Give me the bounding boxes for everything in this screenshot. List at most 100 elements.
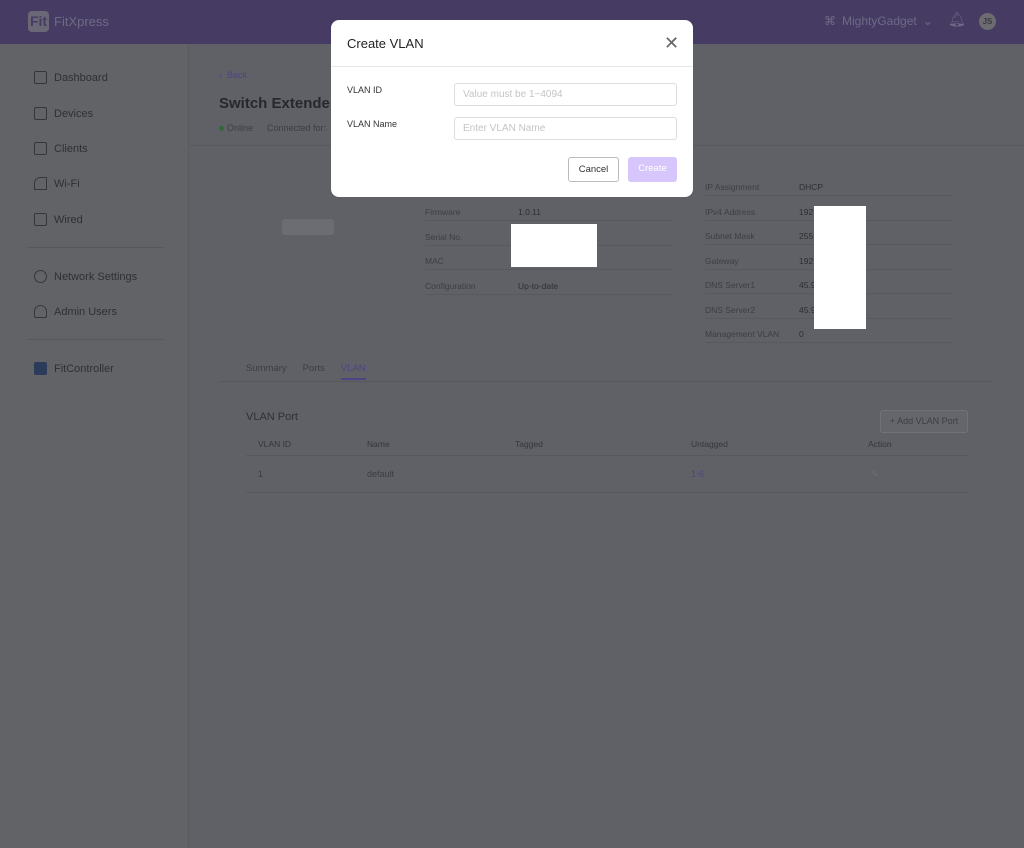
device-status: Online Connected for: (219, 123, 326, 133)
clients-icon (34, 142, 47, 155)
redacted-area (511, 224, 597, 267)
info-value: 192 (799, 206, 814, 217)
column-header: Name (367, 439, 390, 449)
info-value: 1.0.11 (518, 207, 542, 217)
sidebar-item-fitcontroller[interactable]: FitController (34, 362, 114, 375)
create-vlan-dialog: Create VLAN ✕ VLAN ID VLAN Name Cancel C… (331, 20, 693, 197)
edit-icon[interactable]: ✎ (871, 469, 879, 480)
divider (246, 492, 968, 493)
divider (705, 342, 952, 343)
info-label: DNS Server2 (705, 304, 756, 315)
info-label: DNS Server1 (705, 280, 756, 290)
sidebar-item-wired[interactable]: Wired (34, 213, 83, 226)
sidebar-item-label: Wi-Fi (54, 177, 80, 190)
wifi-icon (34, 177, 47, 190)
info-label: Configuration (425, 280, 476, 291)
dialog-title: Create VLAN (347, 36, 424, 51)
vlan-name-input[interactable] (454, 117, 677, 140)
divider (219, 381, 992, 382)
status-text: Online (227, 123, 254, 133)
cancel-button[interactable]: Cancel (568, 157, 619, 182)
back-label: Back (227, 70, 248, 80)
vlan-name-label: VLAN Name (347, 119, 398, 129)
vlan-id-label: VLAN ID (347, 85, 383, 95)
close-icon[interactable]: ✕ (664, 33, 679, 54)
divider (27, 339, 163, 340)
name-cell: default (367, 469, 395, 479)
sidebar-item-label: Devices (54, 107, 94, 120)
tab-summary[interactable]: Summary (246, 363, 287, 380)
org-name: MightyGadget (842, 14, 917, 28)
untagged-cell: 1-6 (691, 469, 705, 479)
create-button[interactable]: Create (628, 157, 677, 182)
info-row: Configuration Up-to-date (425, 281, 672, 305)
status-badge: Online (219, 123, 253, 133)
sidebar-item-clients[interactable]: Clients (34, 142, 88, 155)
sidebar-item-admin-users[interactable]: Admin Users (34, 305, 117, 318)
divider (705, 195, 952, 196)
sidebar-item-label: FitController (54, 362, 114, 375)
chart-line-icon (34, 71, 47, 84)
connected-for: Connected for: (267, 123, 327, 133)
column-header: VLAN ID (258, 439, 292, 449)
info-label: Management VLAN (705, 329, 780, 339)
info-value: DHCP (799, 182, 824, 192)
add-vlan-port-button[interactable]: + Add VLAN Port (880, 410, 968, 433)
info-label: MAC (425, 256, 444, 266)
info-label: Firmware (425, 207, 461, 217)
vlan-id-input[interactable] (454, 83, 677, 106)
back-link[interactable]: ‹ Back (219, 70, 247, 80)
info-label: IP Assignment (705, 182, 760, 192)
gear-icon (34, 270, 47, 283)
online-dot-icon (219, 126, 224, 131)
column-header: Untagged (691, 439, 728, 449)
column-header: Action (868, 439, 892, 449)
sidebar-item-label: Admin Users (54, 305, 117, 318)
divider (246, 455, 968, 456)
info-value: Up-to-date (518, 280, 559, 291)
info-value: 192 (799, 255, 814, 266)
info-row: Management VLAN 0 (705, 329, 952, 353)
info-label: Gateway (705, 255, 739, 266)
bell-icon[interactable]: 🔔︎ (948, 11, 966, 28)
chevron-down-icon: ⌄ (922, 14, 933, 28)
tab-ports[interactable]: Ports (303, 363, 325, 380)
fit-logo-icon (34, 362, 47, 375)
info-value: 255 (799, 231, 814, 241)
divider (331, 66, 693, 67)
tabs: Summary Ports VLAN (246, 363, 366, 380)
section-title: VLAN Port (246, 411, 298, 423)
device-image (282, 219, 334, 235)
user-icon (34, 305, 47, 318)
sidebar-item-network-settings[interactable]: Network Settings (34, 270, 137, 283)
tab-vlan[interactable]: VLAN (340, 363, 366, 380)
org-icon: ⌘ (824, 14, 836, 28)
network-icon (34, 213, 47, 226)
sidebar-item-label: Dashboard (54, 71, 108, 84)
divider (27, 247, 163, 248)
brand-logo: Fit (28, 11, 49, 32)
avatar[interactable]: JS (979, 13, 996, 30)
vlan-id-cell: 1 (258, 469, 264, 479)
sidebar-item-label: Wired (54, 213, 83, 226)
page-title: Switch Extender (219, 95, 336, 112)
info-label: Subnet Mask (705, 231, 755, 241)
org-selector[interactable]: ⌘ MightyGadget ⌄ (824, 14, 933, 28)
info-value: 0 (799, 329, 804, 339)
sidebar-item-label: Network Settings (54, 270, 138, 283)
sidebar-item-label: Clients (54, 142, 88, 155)
divider (425, 220, 672, 221)
info-label: Serial No. (425, 231, 463, 242)
divider (425, 293, 672, 295)
sidebar: Dashboard Devices Clients Wi-Fi Wired Ne… (0, 44, 189, 848)
device-icon (34, 107, 47, 120)
column-header: Tagged (515, 439, 543, 449)
brand-name: FitXpress (54, 14, 109, 29)
sidebar-item-wifi[interactable]: Wi-Fi (34, 177, 80, 190)
redacted-area (814, 206, 866, 329)
info-label: IPv4 Address (705, 206, 756, 217)
divider (425, 269, 672, 270)
info-row: IP Assignment DHCP (705, 182, 952, 206)
sidebar-item-devices[interactable]: Devices (34, 107, 93, 120)
sidebar-item-dashboard[interactable]: Dashboard (34, 71, 108, 84)
